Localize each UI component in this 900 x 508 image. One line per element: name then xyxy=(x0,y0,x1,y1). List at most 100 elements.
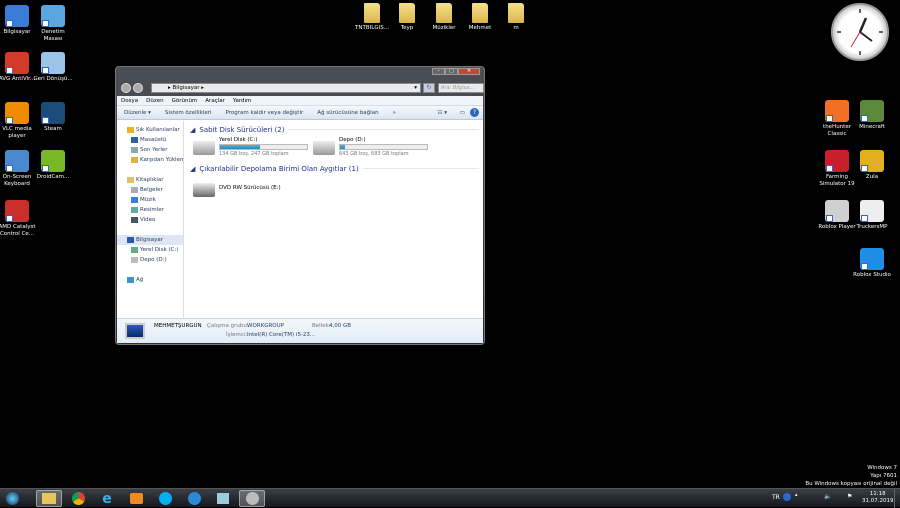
tray-expand-icon[interactable]: ▴ xyxy=(795,492,798,498)
toolbar-button[interactable]: Düzenle ▾ xyxy=(117,106,158,119)
preview-pane-icon[interactable]: ▭ xyxy=(460,106,465,120)
desktop-icon-recycle-bin[interactable]: Geri Dönüşü... xyxy=(33,52,73,83)
desktop-icon-avg[interactable]: AVG AntiVir... xyxy=(0,52,37,83)
shortcut-arrow-icon xyxy=(42,20,49,27)
taskbar: e TR ▴ 🔈 ⚑ 11:18 31.07.2019 xyxy=(0,488,900,508)
forward-button[interactable] xyxy=(133,83,143,93)
drive-1[interactable]: Depo (D:) 643 GB boş, 683 GB toplam xyxy=(313,137,428,157)
desktop-icon-label: VLC media player xyxy=(2,126,32,139)
shortcut-arrow-icon xyxy=(6,117,13,124)
desktop-icon-vlc[interactable]: VLC media player xyxy=(0,102,37,140)
action-center-flag-icon[interactable]: ⚑ xyxy=(847,493,852,500)
search-input[interactable]: Ara: Bilgisa... xyxy=(438,83,484,93)
shortcut-arrow-icon xyxy=(6,67,13,74)
desktop-icon-control-panel[interactable]: Denetim Masası xyxy=(33,5,73,43)
taskbar-ie[interactable]: e xyxy=(94,490,120,507)
taskbar-notepad[interactable] xyxy=(210,490,236,507)
nav-item[interactable]: Video xyxy=(117,215,183,225)
desktop-icon-amd[interactable]: AMD Catalyst Control Ce... xyxy=(0,200,37,238)
nav-item[interactable]: Belgeler xyxy=(117,185,183,195)
nav-item[interactable]: Sık Kullanılanlar xyxy=(117,125,183,135)
tray-clock[interactable]: 11:18 31.07.2019 xyxy=(862,491,894,505)
desktop-folder[interactable]: m xyxy=(496,3,536,32)
shortcut-arrow-icon xyxy=(6,215,13,222)
desktop-icon-thehunter[interactable]: theHunter Classic xyxy=(817,100,857,138)
start-button[interactable] xyxy=(0,490,24,507)
address-bar[interactable]: ▸ Bilgisayar ▸ ▾ xyxy=(151,83,421,93)
help-tray-icon[interactable] xyxy=(783,493,791,501)
nav-item[interactable]: Depo (D:) xyxy=(117,255,183,265)
dvd-drive[interactable]: DVD RW Sürücüsü (E:) xyxy=(193,179,281,197)
menu-1[interactable]: Düzen xyxy=(142,96,167,105)
nav-label: Kitaplıklar xyxy=(136,177,164,183)
toolbar-button[interactable]: Ağ sürücüsüne bağlan xyxy=(310,106,385,119)
desktop-icon-computer[interactable]: Bilgisayar xyxy=(0,5,37,36)
clock-gadget[interactable] xyxy=(831,3,889,61)
nav-item[interactable]: Bilgisayar xyxy=(117,235,183,245)
desktop-folder[interactable]: Teyp xyxy=(387,3,427,32)
desktop-folder[interactable]: Mehmet xyxy=(460,3,500,32)
menu-0[interactable]: Dosya xyxy=(117,96,142,105)
taskbar-chrome[interactable] xyxy=(65,490,91,507)
nav-label: Resimler xyxy=(140,207,164,213)
close-button[interactable]: ✕ xyxy=(458,68,480,75)
toolbar-button[interactable]: Sistem özellikleri xyxy=(158,106,219,119)
group-header-hdd[interactable]: ◢ Sabit Disk Sürücüleri (2) xyxy=(185,124,483,135)
show-desktop-button[interactable] xyxy=(894,489,900,508)
taskbar-media-player[interactable] xyxy=(123,490,149,507)
folder-icon xyxy=(42,493,56,504)
desktop-icon-truckersmp[interactable]: TruckersMP xyxy=(852,200,892,231)
system-drive-icon xyxy=(193,141,215,155)
desktop-icon-steam[interactable]: Steam xyxy=(33,102,73,133)
menu-2[interactable]: Görünüm xyxy=(168,96,202,105)
toolbar-button[interactable]: Program kaldır veya değiştir xyxy=(219,106,311,119)
desktop-icon-roblox-studio[interactable]: Roblox Studio xyxy=(852,248,892,279)
nav-item[interactable]: Müzik xyxy=(117,195,183,205)
desktop-icon-farming-simulator[interactable]: Farming Simulator 19 xyxy=(817,150,857,188)
nav-item[interactable]: Yerel Disk (C:) xyxy=(117,245,183,255)
nav-item[interactable]: Son Yerler xyxy=(117,145,183,155)
nav-item[interactable]: Kitaplıklar xyxy=(117,175,183,185)
volume-icon[interactable]: 🔈 xyxy=(824,493,831,500)
desktop-icon-zula[interactable]: Zula xyxy=(852,150,892,181)
refresh-button[interactable]: ↻ xyxy=(423,83,435,93)
toolbar-button[interactable]: » xyxy=(386,106,403,119)
nav-item[interactable]: Karşıdan Yüklem xyxy=(117,155,183,165)
drive-icon xyxy=(131,257,138,263)
nav-label: Karşıdan Yüklem xyxy=(140,157,183,163)
nav-item[interactable]: Resimler xyxy=(117,205,183,215)
desktop-icon-roblox[interactable]: Roblox Player xyxy=(817,200,857,231)
details-pane: MEHMETŞURGUN Çalışma grubu: WORKGROUP Be… xyxy=(117,318,483,343)
desktop-icon-keyboard[interactable]: On-Screen Keyboard xyxy=(0,150,37,188)
desktop-icon-minecraft[interactable]: Minecraft xyxy=(852,100,892,131)
shortcut-arrow-icon xyxy=(826,115,833,122)
language-indicator[interactable]: TR xyxy=(772,494,780,501)
desktop-icon-label: Geri Dönüşü... xyxy=(33,76,73,82)
memory-label: Bellek: xyxy=(312,323,331,329)
desktop-icon-droidcam[interactable]: DroidCam... xyxy=(33,150,73,181)
shortcut-arrow-icon xyxy=(826,165,833,172)
nav-item[interactable]: Ağ xyxy=(117,275,183,285)
menu-3[interactable]: Araçlar xyxy=(201,96,229,105)
nav-label: Bilgisayar xyxy=(136,237,163,243)
menu-4[interactable]: Yardım xyxy=(229,96,256,105)
vlc-icon xyxy=(5,102,29,124)
desktop-folder[interactable]: TNTBILGIS... xyxy=(352,3,392,32)
notepad-icon xyxy=(217,493,229,504)
command-bar: Düzenle ▾ Sistem özellikleri Program kaldı… xyxy=(117,106,483,120)
group-header-removable[interactable]: ◢ Çıkarılabilir Depolama Birimi Olan Ayg… xyxy=(185,163,483,174)
taskbar-computer[interactable] xyxy=(239,490,265,507)
taskbar-app[interactable] xyxy=(181,490,207,507)
taskbar-explorer[interactable] xyxy=(36,490,62,507)
nav-item[interactable]: Masaüstü xyxy=(117,135,183,145)
desktop-folder[interactable]: Müzikler xyxy=(424,3,464,32)
taskbar-skype[interactable] xyxy=(152,490,178,507)
help-icon[interactable]: ? xyxy=(470,108,479,117)
maximize-button[interactable]: □ xyxy=(445,68,458,75)
minimize-button[interactable]: – xyxy=(432,68,445,75)
view-options-icon[interactable]: ☷ ▾ xyxy=(438,106,447,120)
back-button[interactable] xyxy=(121,83,131,93)
drive-0[interactable]: Yerel Disk (C:) 134 GB boş, 247 GB toplam xyxy=(193,137,308,157)
